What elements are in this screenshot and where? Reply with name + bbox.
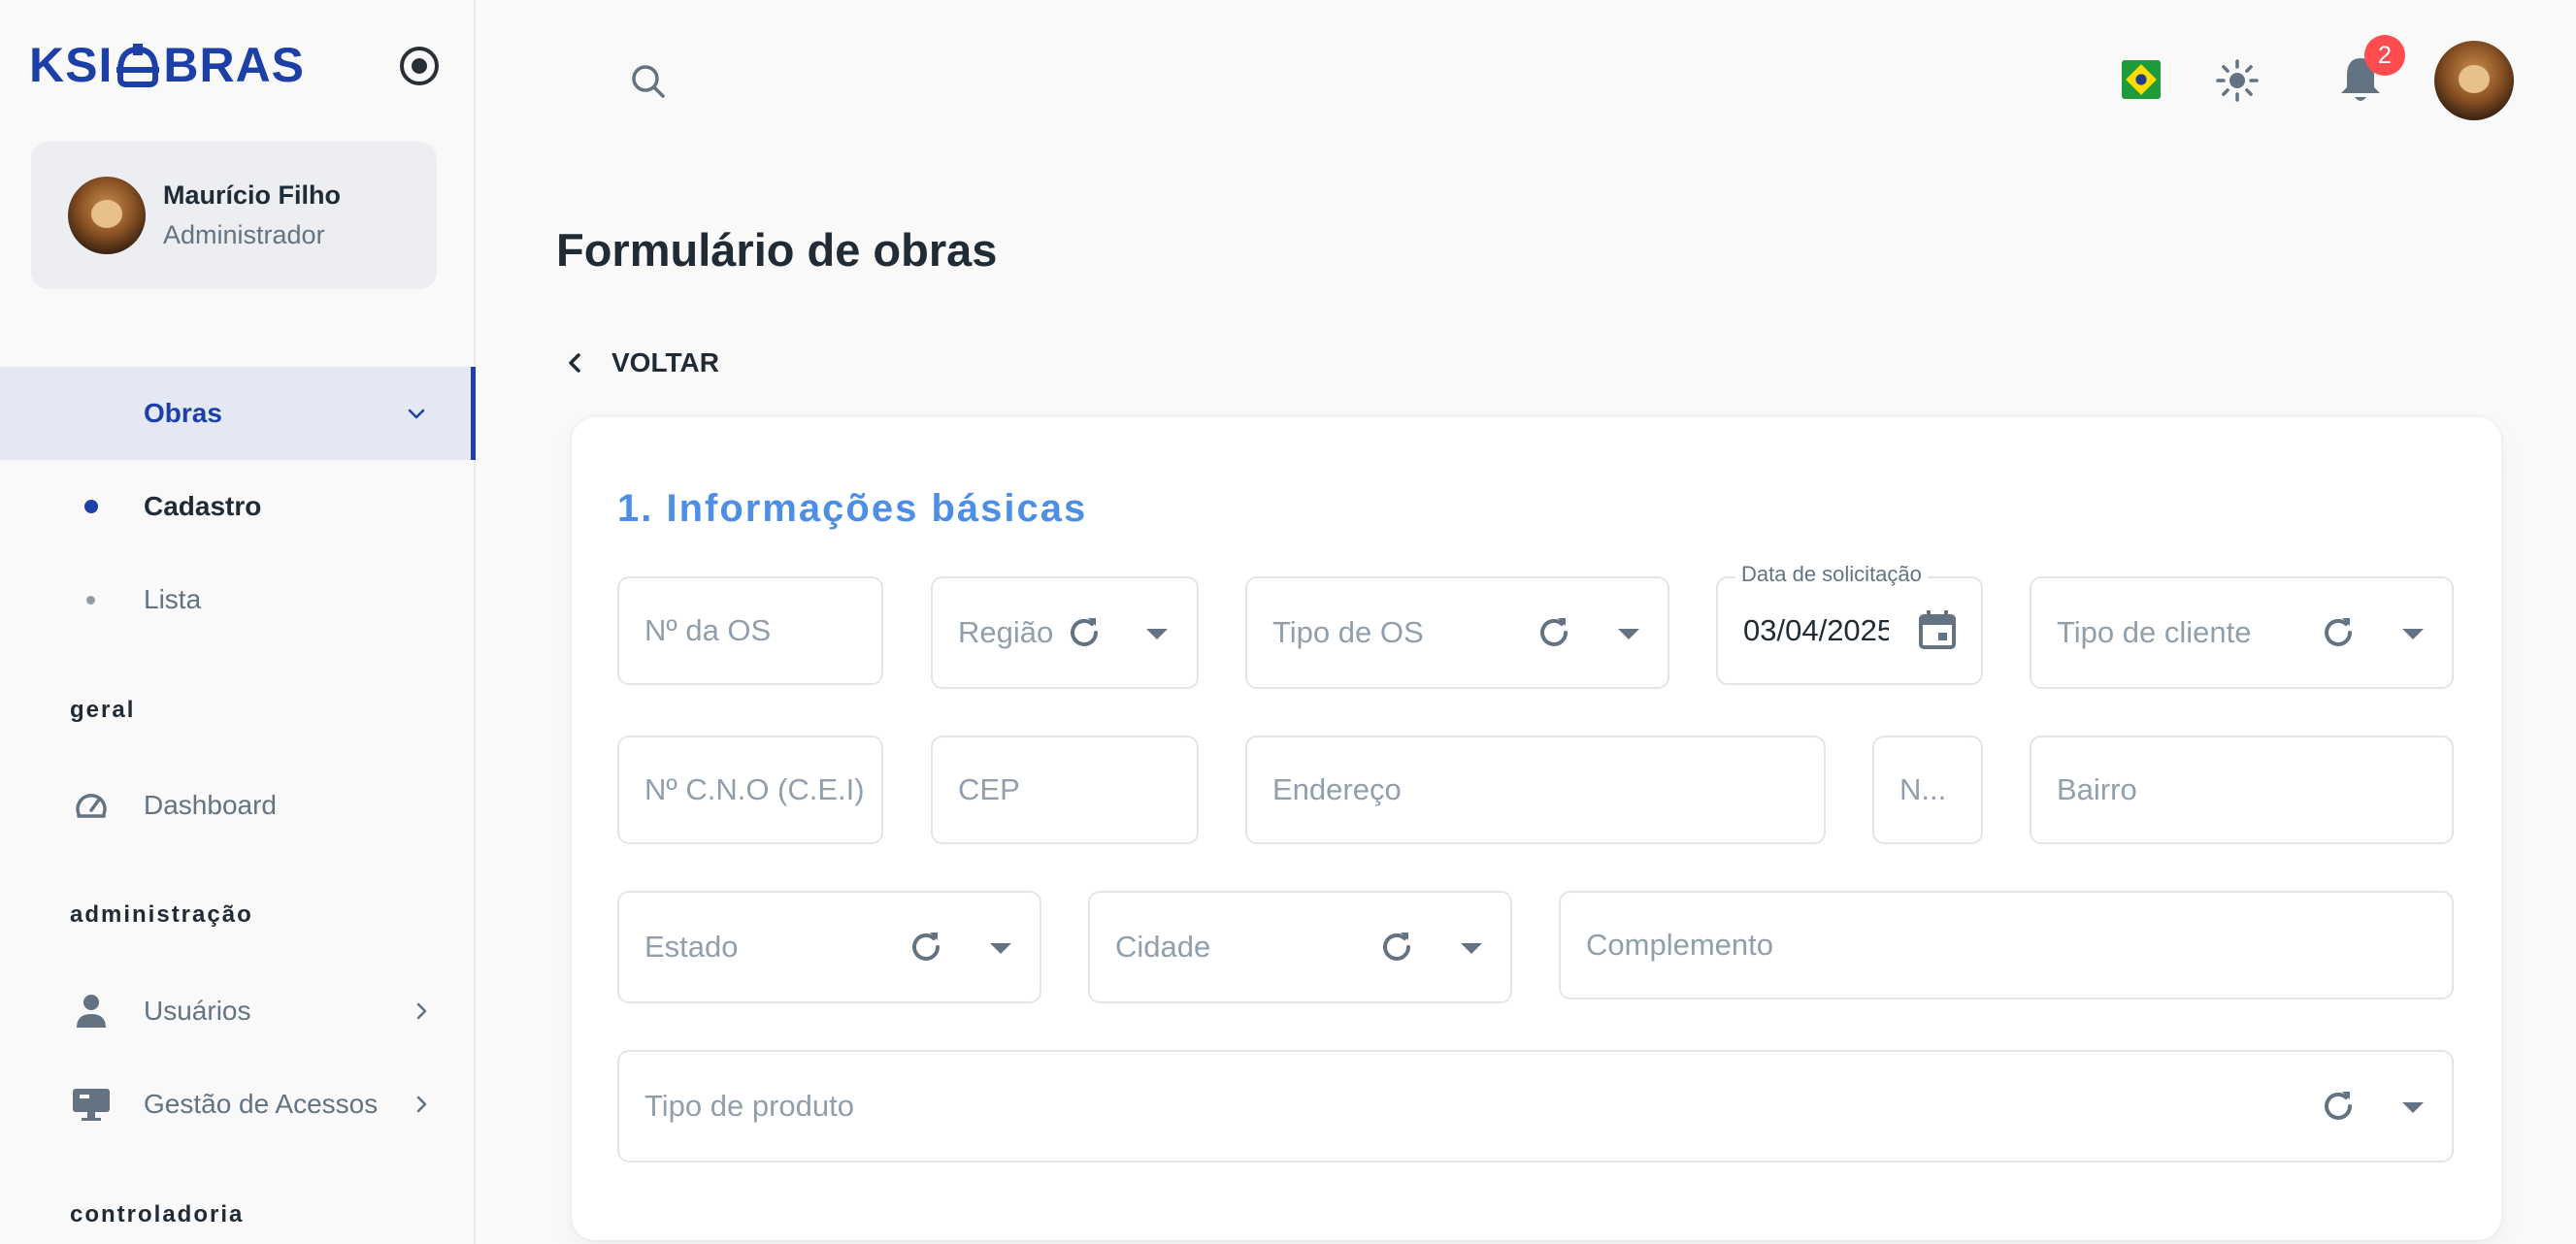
chevron-left-icon — [569, 353, 580, 373]
chevron-down-icon[interactable] — [1618, 629, 1639, 639]
tipo-produto-select[interactable]: Tipo de produto — [617, 1050, 2454, 1162]
numero-placeholder: N... — [1899, 772, 1947, 806]
section-label-administracao: administração — [70, 901, 253, 928]
calendar-icon[interactable] — [1918, 609, 1957, 650]
refresh-icon[interactable] — [2319, 613, 2358, 652]
back-label: VOLTAR — [611, 347, 719, 377]
sidebar-item-obras[interactable]: Obras — [0, 367, 476, 460]
user-role: Administrador — [163, 220, 325, 249]
tipo-cliente-placeholder: Tipo de cliente — [2057, 615, 2252, 649]
page-title: Formulário de obras — [556, 224, 998, 276]
chevron-down-icon — [408, 409, 425, 419]
sun-icon[interactable] — [2215, 58, 2260, 103]
brazil-flag-icon[interactable] — [2122, 60, 2161, 99]
chevron-right-icon — [416, 1096, 427, 1113]
notification-badge: 2 — [2364, 35, 2405, 76]
search-icon[interactable] — [629, 62, 668, 101]
sidebar-item-gestao-acessos[interactable]: Gestão de Acessos — [0, 1058, 476, 1151]
refresh-icon[interactable] — [1377, 928, 1416, 966]
user-card[interactable]: Maurício Filho Administrador — [31, 142, 437, 289]
estado-select[interactable]: Estado — [617, 891, 1041, 1003]
logo-text-left: KSI — [29, 38, 114, 92]
cep-placeholder: CEP — [958, 772, 1020, 806]
os-number-input[interactable]: Nº da OS — [617, 576, 883, 685]
refresh-icon[interactable] — [2319, 1087, 2358, 1126]
cno-input[interactable]: Nº C.N.O (C.E.I) — [617, 736, 883, 844]
user-name: Maurício Filho — [163, 180, 342, 210]
endereco-input[interactable]: Endereço — [1245, 736, 1826, 844]
regiao-placeholder: Região — [958, 615, 1054, 649]
bullet-icon — [84, 500, 98, 513]
sidebar-item-dashboard[interactable]: Dashboard — [0, 759, 476, 852]
refresh-icon[interactable] — [1535, 613, 1573, 652]
logo-text-right: BRAS — [163, 38, 306, 92]
chevron-right-icon — [416, 1002, 427, 1020]
numero-input[interactable]: N... — [1872, 736, 1983, 844]
refresh-icon[interactable] — [907, 928, 945, 966]
sidebar-item-usuarios[interactable]: Usuários — [0, 965, 476, 1058]
helmet-icon — [116, 44, 160, 87]
regiao-select[interactable]: Região — [931, 576, 1199, 689]
sidebar-item-label: Usuários — [144, 996, 251, 1026]
chevron-down-icon[interactable] — [990, 943, 1011, 954]
os-number-placeholder: Nº da OS — [644, 613, 772, 647]
section-label-geral: geral — [70, 697, 136, 723]
refresh-icon[interactable] — [1065, 613, 1104, 652]
logo[interactable]: KSI BRAS — [29, 37, 305, 93]
data-solicitacao-label: Data de solicitação — [1735, 562, 1928, 587]
sidebar: KSI BRAS Maurício Filho Administrador Ob… — [0, 0, 476, 1244]
tipo-produto-placeholder: Tipo de produto — [644, 1089, 855, 1123]
header-avatar[interactable] — [2434, 41, 2514, 120]
data-solicitacao-value: 03/04/2025 — [1743, 613, 1889, 647]
monitor-icon — [72, 1085, 111, 1124]
bairro-placeholder: Bairro — [2057, 772, 2137, 806]
sidebar-item-lista[interactable]: Lista — [0, 553, 476, 646]
section-label-controladoria: controladoria — [70, 1201, 245, 1228]
avatar — [68, 177, 146, 254]
complemento-input[interactable]: Complemento — [1559, 891, 2454, 999]
tipo-os-select[interactable]: Tipo de OS — [1245, 576, 1669, 689]
bullet-icon — [86, 595, 95, 605]
sidebar-item-label: Obras — [144, 398, 222, 428]
back-button[interactable]: VOLTAR — [565, 347, 719, 378]
dashboard-icon — [72, 786, 111, 825]
complemento-placeholder: Complemento — [1586, 928, 1773, 962]
user-icon — [72, 992, 111, 1031]
chevron-down-icon[interactable] — [2402, 1102, 2424, 1113]
chevron-down-icon[interactable] — [1461, 943, 1482, 954]
chevron-down-icon[interactable] — [1146, 629, 1168, 639]
sidebar-item-label: Dashboard — [144, 790, 277, 820]
bairro-input[interactable]: Bairro — [2030, 736, 2454, 844]
sidebar-item-label: Gestão de Acessos — [144, 1089, 379, 1119]
tipo-os-placeholder: Tipo de OS — [1272, 615, 1424, 649]
cep-input[interactable]: CEP — [931, 736, 1199, 844]
endereco-placeholder: Endereço — [1272, 772, 1402, 806]
cidade-select[interactable]: Cidade — [1088, 891, 1512, 1003]
sidebar-item-label: Lista — [144, 584, 202, 614]
sidebar-collapse-button[interactable] — [400, 47, 439, 85]
cidade-placeholder: Cidade — [1115, 930, 1211, 964]
sidebar-item-label: Cadastro — [144, 491, 262, 521]
tipo-cliente-select[interactable]: Tipo de cliente — [2030, 576, 2454, 689]
sidebar-item-cadastro[interactable]: Cadastro — [0, 460, 476, 553]
cno-placeholder: Nº C.N.O (C.E.I) — [644, 772, 865, 806]
chevron-down-icon[interactable] — [2402, 629, 2424, 639]
data-solicitacao-input[interactable]: 03/04/2025 — [1716, 576, 1983, 685]
section-title: 1. Informações básicas — [617, 487, 1088, 530]
estado-placeholder: Estado — [644, 930, 739, 964]
